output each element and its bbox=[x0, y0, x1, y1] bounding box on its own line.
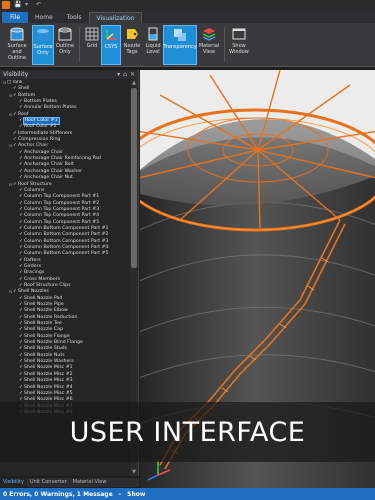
csys-button[interactable]: CSYS bbox=[101, 25, 121, 65]
transparency-icon bbox=[174, 29, 186, 41]
material-view-button[interactable]: Material View bbox=[197, 25, 221, 65]
material-view-icon bbox=[202, 28, 216, 41]
ribbon-toolbar: Surface and Outline Surface Only Outline… bbox=[0, 23, 375, 67]
tab-home[interactable]: Home bbox=[28, 12, 60, 23]
show-link[interactable]: Show bbox=[127, 491, 145, 498]
surface-outline-button[interactable]: Surface and Outline bbox=[2, 25, 32, 65]
tab-visualization[interactable]: Visualization bbox=[88, 12, 143, 23]
status-messages: 0 Errors, 0 Warnings, 1 Message bbox=[3, 490, 113, 498]
scroll-up-icon[interactable]: ▲ bbox=[130, 80, 138, 87]
surface-outline-icon bbox=[10, 27, 24, 41]
outline-only-button[interactable]: Outline Only bbox=[54, 25, 76, 65]
close-icon[interactable]: ✕ bbox=[130, 71, 135, 78]
dropdown-icon[interactable]: ▾ bbox=[25, 2, 32, 8]
tab-tools[interactable]: Tools bbox=[60, 12, 89, 23]
tab-visibility[interactable]: Visibility bbox=[0, 478, 27, 487]
status-bar: 0 Errors, 0 Warnings, 1 Message - Show bbox=[0, 488, 375, 500]
surface-only-icon bbox=[37, 29, 49, 41]
transparency-button[interactable]: Transparency bbox=[163, 25, 197, 65]
overlay-banner: USER INTERFACE bbox=[0, 402, 375, 462]
show-window-button[interactable]: Show Window bbox=[228, 25, 250, 65]
surface-only-button[interactable]: Surface Only bbox=[32, 25, 54, 65]
ribbon-tabs: File Home Tools Visualization bbox=[0, 10, 375, 23]
dropdown-icon[interactable]: ▾ bbox=[117, 71, 120, 78]
tab-unit-converter[interactable]: Unit Converter bbox=[27, 478, 70, 487]
save-icon[interactable]: 💾 bbox=[14, 2, 21, 8]
title-bar: 💾 ▾ ↶ bbox=[0, 0, 375, 10]
ribbon-separator bbox=[224, 27, 225, 62]
app-logo-icon bbox=[2, 1, 10, 9]
liquid-level-button[interactable]: Liquid Level bbox=[143, 25, 163, 65]
pin-icon[interactable]: ⌂ bbox=[123, 71, 127, 78]
panel-tabs: Visibility Unit Converter Material View bbox=[0, 478, 139, 487]
visibility-checkbox[interactable]: □ bbox=[7, 80, 11, 86]
visibility-checkbox[interactable]: ✓ bbox=[13, 143, 17, 149]
panel-title: Visibility bbox=[3, 71, 29, 78]
visibility-panel-header: Visibility ▾ ⌂ ✕ bbox=[0, 70, 138, 79]
scroll-down-icon[interactable]: ▼ bbox=[130, 469, 138, 476]
banner-text: USER INTERFACE bbox=[69, 416, 306, 448]
nozzle-tags-button[interactable]: Nozzle Tags bbox=[121, 25, 143, 65]
show-window-icon bbox=[232, 28, 246, 40]
tab-file[interactable]: File bbox=[2, 12, 29, 23]
tab-material-view[interactable]: Material View bbox=[70, 478, 110, 487]
visibility-checkbox[interactable]: ✓ bbox=[13, 112, 17, 118]
status-separator: - bbox=[118, 490, 122, 498]
csys-icon bbox=[106, 29, 117, 40]
ribbon-separator bbox=[79, 27, 80, 62]
visibility-checkbox[interactable]: ✓ bbox=[13, 93, 17, 99]
scrollbar-thumb[interactable] bbox=[131, 88, 137, 268]
nozzle-tags-icon bbox=[127, 29, 138, 39]
visibility-checkbox[interactable]: ✓ bbox=[13, 182, 17, 188]
grid-icon bbox=[85, 27, 99, 41]
undo-icon[interactable]: ↶ bbox=[36, 2, 43, 8]
liquid-level-icon bbox=[148, 27, 158, 41]
visibility-checkbox[interactable]: ✓ bbox=[13, 289, 17, 295]
tree-row-label: Annular Bottom Plates bbox=[24, 105, 77, 111]
outline-only-icon bbox=[58, 27, 72, 41]
grid-button[interactable]: Grid bbox=[83, 25, 101, 65]
